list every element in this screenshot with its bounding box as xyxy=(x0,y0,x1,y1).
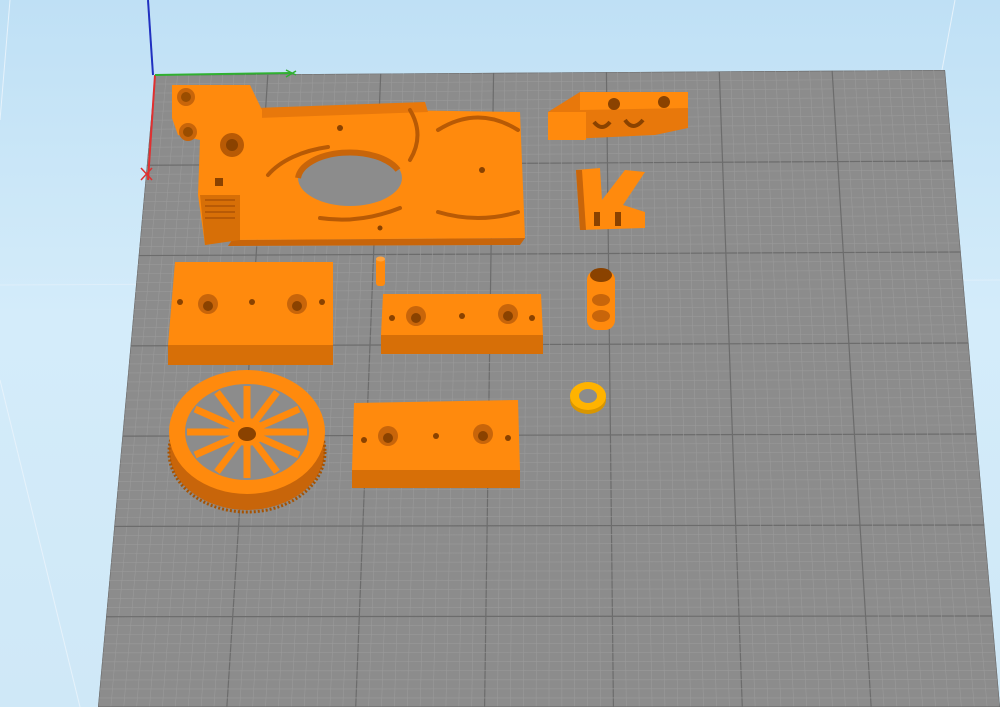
screw-hole xyxy=(337,125,343,131)
pulley-gear[interactable] xyxy=(167,370,327,514)
mount-hole-inner xyxy=(181,92,191,102)
block-screw-hole xyxy=(433,433,439,439)
block-middle[interactable] xyxy=(381,294,543,354)
spacer-hole xyxy=(590,268,612,282)
block-screw-hole xyxy=(249,299,255,305)
idler-bracket-face xyxy=(548,112,586,140)
pin-top xyxy=(376,256,385,262)
block-screw-hole xyxy=(389,315,395,321)
fork-slot xyxy=(615,212,621,226)
block-left-side xyxy=(168,345,333,365)
idler-hole xyxy=(608,98,620,110)
block-hole-inner xyxy=(383,433,393,443)
motor-mount-face xyxy=(200,195,240,245)
block-screw-hole xyxy=(529,315,535,321)
block-bottom-side xyxy=(352,470,520,488)
block-hole-inner xyxy=(503,311,513,321)
block-bottom[interactable] xyxy=(352,400,520,488)
fork-slot xyxy=(594,212,600,226)
block-screw-hole xyxy=(505,435,511,441)
block-screw-hole xyxy=(177,299,183,305)
idler-hole xyxy=(658,96,670,108)
guide-line xyxy=(0,379,81,707)
guide-line xyxy=(0,0,11,121)
spacer-tall[interactable] xyxy=(587,268,615,330)
grid-line xyxy=(106,615,993,618)
shaft-hole xyxy=(226,139,238,151)
block-hole-inner xyxy=(203,301,213,311)
pin-body xyxy=(376,258,385,286)
nut-slot xyxy=(215,178,223,186)
block-screw-hole xyxy=(319,299,325,305)
block-hole-inner xyxy=(292,301,302,311)
guide-line xyxy=(941,0,956,71)
washer-hole xyxy=(579,389,597,403)
washer[interactable] xyxy=(570,382,606,414)
block-screw-hole xyxy=(459,313,465,319)
screw-hole xyxy=(479,167,485,173)
block-hole-inner xyxy=(478,431,488,441)
pulley-bore xyxy=(238,427,256,441)
block-screw-hole xyxy=(361,437,367,443)
build-plate-scene[interactable] xyxy=(0,0,1000,707)
3d-viewport[interactable] xyxy=(0,0,1000,707)
block-hole-inner xyxy=(411,313,421,323)
block-middle-side xyxy=(381,335,543,354)
z-axis-line xyxy=(147,0,154,76)
spacer-ring xyxy=(592,294,610,306)
screw-hole xyxy=(377,225,383,231)
pin[interactable] xyxy=(376,256,385,287)
idler-bracket-top xyxy=(580,92,688,110)
spacer-ring xyxy=(592,310,610,322)
mount-hole-inner xyxy=(183,127,193,137)
block-left[interactable] xyxy=(168,262,333,365)
